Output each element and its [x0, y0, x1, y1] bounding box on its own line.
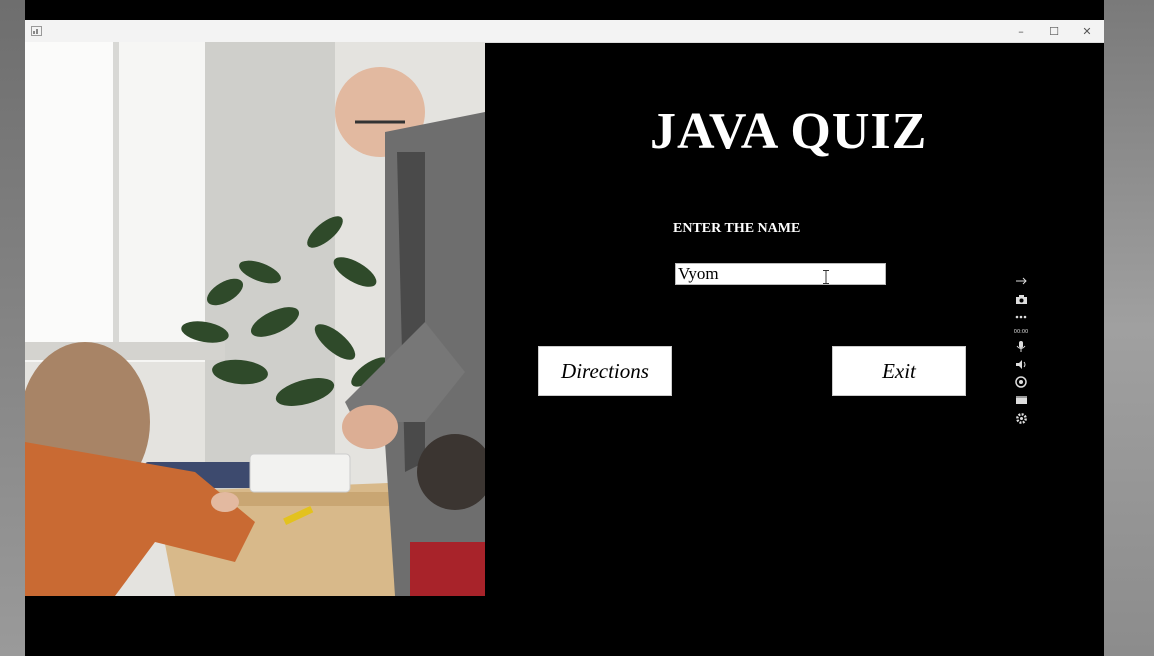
close-button[interactable]: ✕ [1072, 20, 1102, 42]
more-icon[interactable] [1013, 309, 1029, 325]
name-input[interactable] [675, 263, 886, 285]
microphone-icon[interactable] [1013, 338, 1029, 354]
page-title: JAVA QUIZ [650, 103, 928, 160]
desktop-background-left [0, 0, 25, 656]
screen-top-band [25, 0, 1104, 20]
name-label: ENTER THE NAME [673, 221, 801, 236]
directions-button[interactable]: Directions [538, 346, 672, 396]
speaker-icon[interactable] [1013, 356, 1029, 372]
camera-icon[interactable] [1013, 291, 1029, 307]
title-bar: – ☐ ✕ [25, 20, 1104, 43]
photo-bottom-band [25, 596, 485, 656]
gear-icon[interactable] [1013, 410, 1029, 426]
classroom-photo [25, 42, 485, 596]
desktop-background-right [1104, 0, 1154, 656]
maximize-button[interactable]: ☐ [1039, 20, 1069, 42]
minimize-button[interactable]: – [1006, 20, 1036, 42]
screen-recorder-toolbar: 00:00 [1011, 270, 1031, 432]
recording-timer: 00:00 [1013, 328, 1029, 335]
exit-button[interactable]: Exit [832, 346, 966, 396]
app-icon [31, 26, 42, 36]
webcam-icon[interactable] [1013, 374, 1029, 390]
window-icon[interactable] [1013, 392, 1029, 408]
pin-icon[interactable] [1013, 273, 1029, 289]
